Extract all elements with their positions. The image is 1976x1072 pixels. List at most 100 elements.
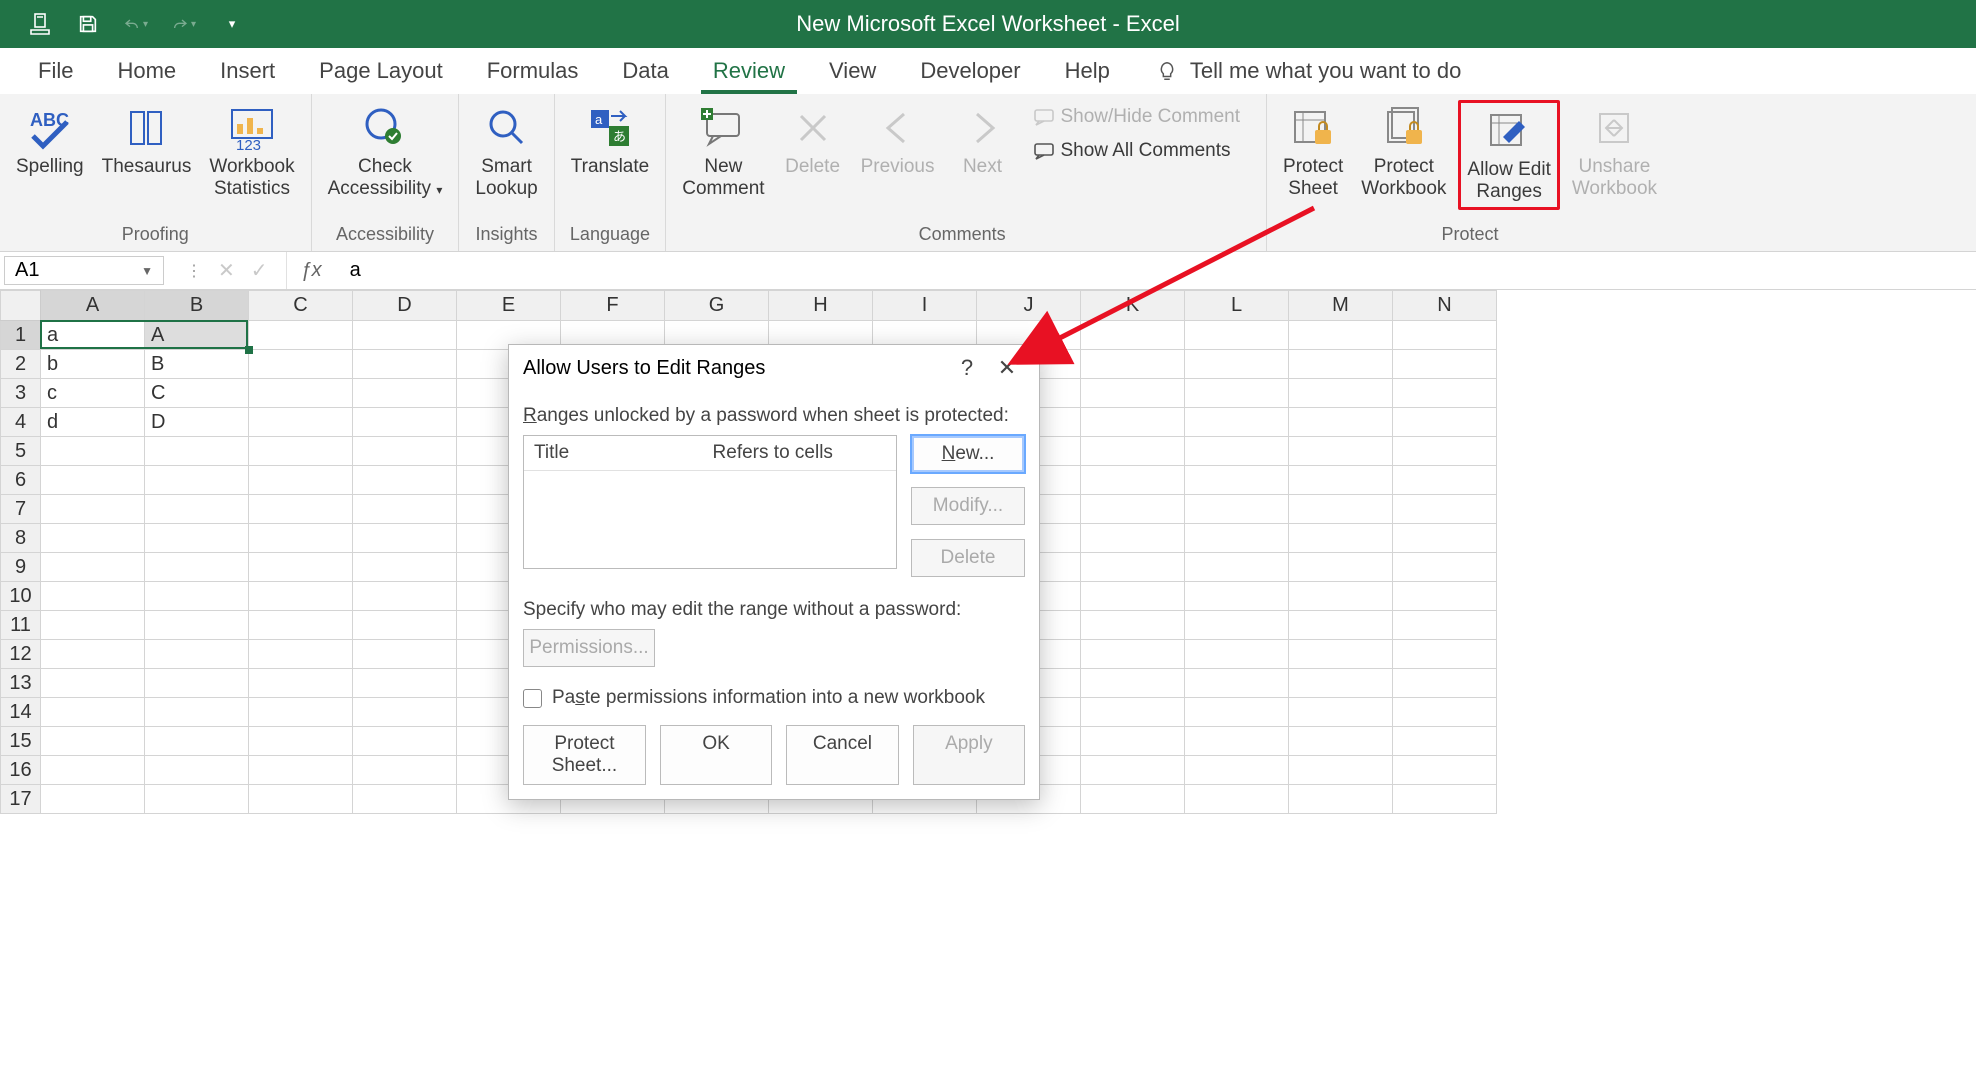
cell[interactable] [1081, 582, 1185, 611]
cell[interactable] [1185, 408, 1289, 437]
tab-data[interactable]: Data [600, 48, 690, 94]
cell[interactable] [353, 727, 457, 756]
cell[interactable] [353, 611, 457, 640]
row-header[interactable]: 13 [1, 669, 41, 698]
cell[interactable] [1081, 524, 1185, 553]
cell[interactable] [1185, 611, 1289, 640]
cell[interactable] [249, 321, 353, 350]
cell[interactable] [1185, 785, 1289, 814]
cell[interactable] [1393, 466, 1497, 495]
cell[interactable] [1185, 437, 1289, 466]
row-header[interactable]: 7 [1, 495, 41, 524]
cell[interactable] [1289, 350, 1393, 379]
cell[interactable] [249, 756, 353, 785]
dialog-close-button[interactable]: ✕ [987, 355, 1027, 381]
cell[interactable] [1393, 321, 1497, 350]
protect-sheet-button[interactable]: Protect Sheet [1277, 100, 1349, 204]
cell[interactable] [1185, 582, 1289, 611]
tab-help[interactable]: Help [1043, 48, 1132, 94]
cell[interactable] [249, 785, 353, 814]
cell[interactable]: b [41, 350, 145, 379]
cancel-button[interactable]: Cancel [786, 725, 898, 785]
cell[interactable] [249, 553, 353, 582]
col-header[interactable]: L [1185, 291, 1289, 321]
cell[interactable] [1081, 727, 1185, 756]
cell[interactable] [249, 582, 353, 611]
cell[interactable] [353, 756, 457, 785]
cell[interactable] [249, 379, 353, 408]
tab-developer[interactable]: Developer [898, 48, 1042, 94]
cell[interactable] [1081, 321, 1185, 350]
cell[interactable] [1081, 466, 1185, 495]
cell[interactable] [1289, 611, 1393, 640]
formula-input[interactable]: a [336, 252, 1976, 289]
cell[interactable] [1081, 698, 1185, 727]
cell[interactable] [353, 669, 457, 698]
col-header[interactable]: H [769, 291, 873, 321]
undo-icon[interactable]: ▾ [124, 12, 148, 36]
col-header[interactable]: D [353, 291, 457, 321]
cell[interactable] [1081, 408, 1185, 437]
row-header[interactable]: 15 [1, 727, 41, 756]
cell[interactable] [145, 698, 249, 727]
cell[interactable] [1289, 582, 1393, 611]
col-header[interactable]: A [41, 291, 145, 321]
cell[interactable] [353, 698, 457, 727]
cell[interactable] [1081, 640, 1185, 669]
cell[interactable] [145, 466, 249, 495]
cell[interactable] [353, 379, 457, 408]
redo-icon[interactable]: ▾ [172, 12, 196, 36]
col-header[interactable]: C [249, 291, 353, 321]
cell[interactable] [1081, 553, 1185, 582]
cell[interactable] [1289, 524, 1393, 553]
enter-formula-icon[interactable]: ✓ [251, 258, 268, 283]
workbook-stats-button[interactable]: 123 Workbook Statistics [203, 100, 300, 204]
name-box[interactable]: A1 ▼ [4, 256, 164, 285]
row-header[interactable]: 14 [1, 698, 41, 727]
cell[interactable] [1081, 669, 1185, 698]
cell[interactable] [1289, 553, 1393, 582]
tab-pagelayout[interactable]: Page Layout [297, 48, 465, 94]
cell[interactable] [41, 727, 145, 756]
cell[interactable] [1185, 553, 1289, 582]
row-header[interactable]: 8 [1, 524, 41, 553]
cell[interactable] [1185, 669, 1289, 698]
cell[interactable] [1289, 698, 1393, 727]
cell[interactable] [249, 524, 353, 553]
new-comment-button[interactable]: New Comment [676, 100, 770, 204]
cell[interactable] [1289, 495, 1393, 524]
cell[interactable] [1185, 495, 1289, 524]
cell[interactable]: a [41, 321, 145, 350]
cell[interactable] [1289, 379, 1393, 408]
cell[interactable] [249, 640, 353, 669]
cell[interactable] [353, 466, 457, 495]
cell[interactable] [1393, 640, 1497, 669]
save-icon[interactable] [76, 12, 100, 36]
ok-button[interactable]: OK [660, 725, 772, 785]
check-accessibility-button[interactable]: Check Accessibility ▾ [322, 100, 449, 204]
cell[interactable] [1289, 408, 1393, 437]
customize-qat-icon[interactable]: ▾ [220, 12, 244, 36]
cell[interactable] [145, 611, 249, 640]
new-range-button[interactable]: New... [911, 435, 1025, 473]
cell[interactable] [145, 437, 249, 466]
dialog-help-button[interactable]: ? [947, 355, 987, 381]
cell[interactable] [353, 582, 457, 611]
tab-review[interactable]: Review [691, 48, 807, 94]
col-header[interactable]: B [145, 291, 249, 321]
cell[interactable] [1185, 379, 1289, 408]
tell-me[interactable]: Tell me what you want to do [1156, 58, 1461, 84]
col-header[interactable]: I [873, 291, 977, 321]
cell[interactable] [1393, 553, 1497, 582]
cell[interactable] [1393, 350, 1497, 379]
cell[interactable] [353, 524, 457, 553]
cell[interactable] [1289, 785, 1393, 814]
cell[interactable] [41, 785, 145, 814]
cell[interactable]: A [145, 321, 249, 350]
row-header[interactable]: 17 [1, 785, 41, 814]
paste-permissions-checkbox[interactable]: Paste permissions information into a new… [523, 687, 1025, 709]
cell[interactable]: c [41, 379, 145, 408]
cell[interactable] [41, 756, 145, 785]
cell[interactable] [41, 669, 145, 698]
cell[interactable] [145, 669, 249, 698]
